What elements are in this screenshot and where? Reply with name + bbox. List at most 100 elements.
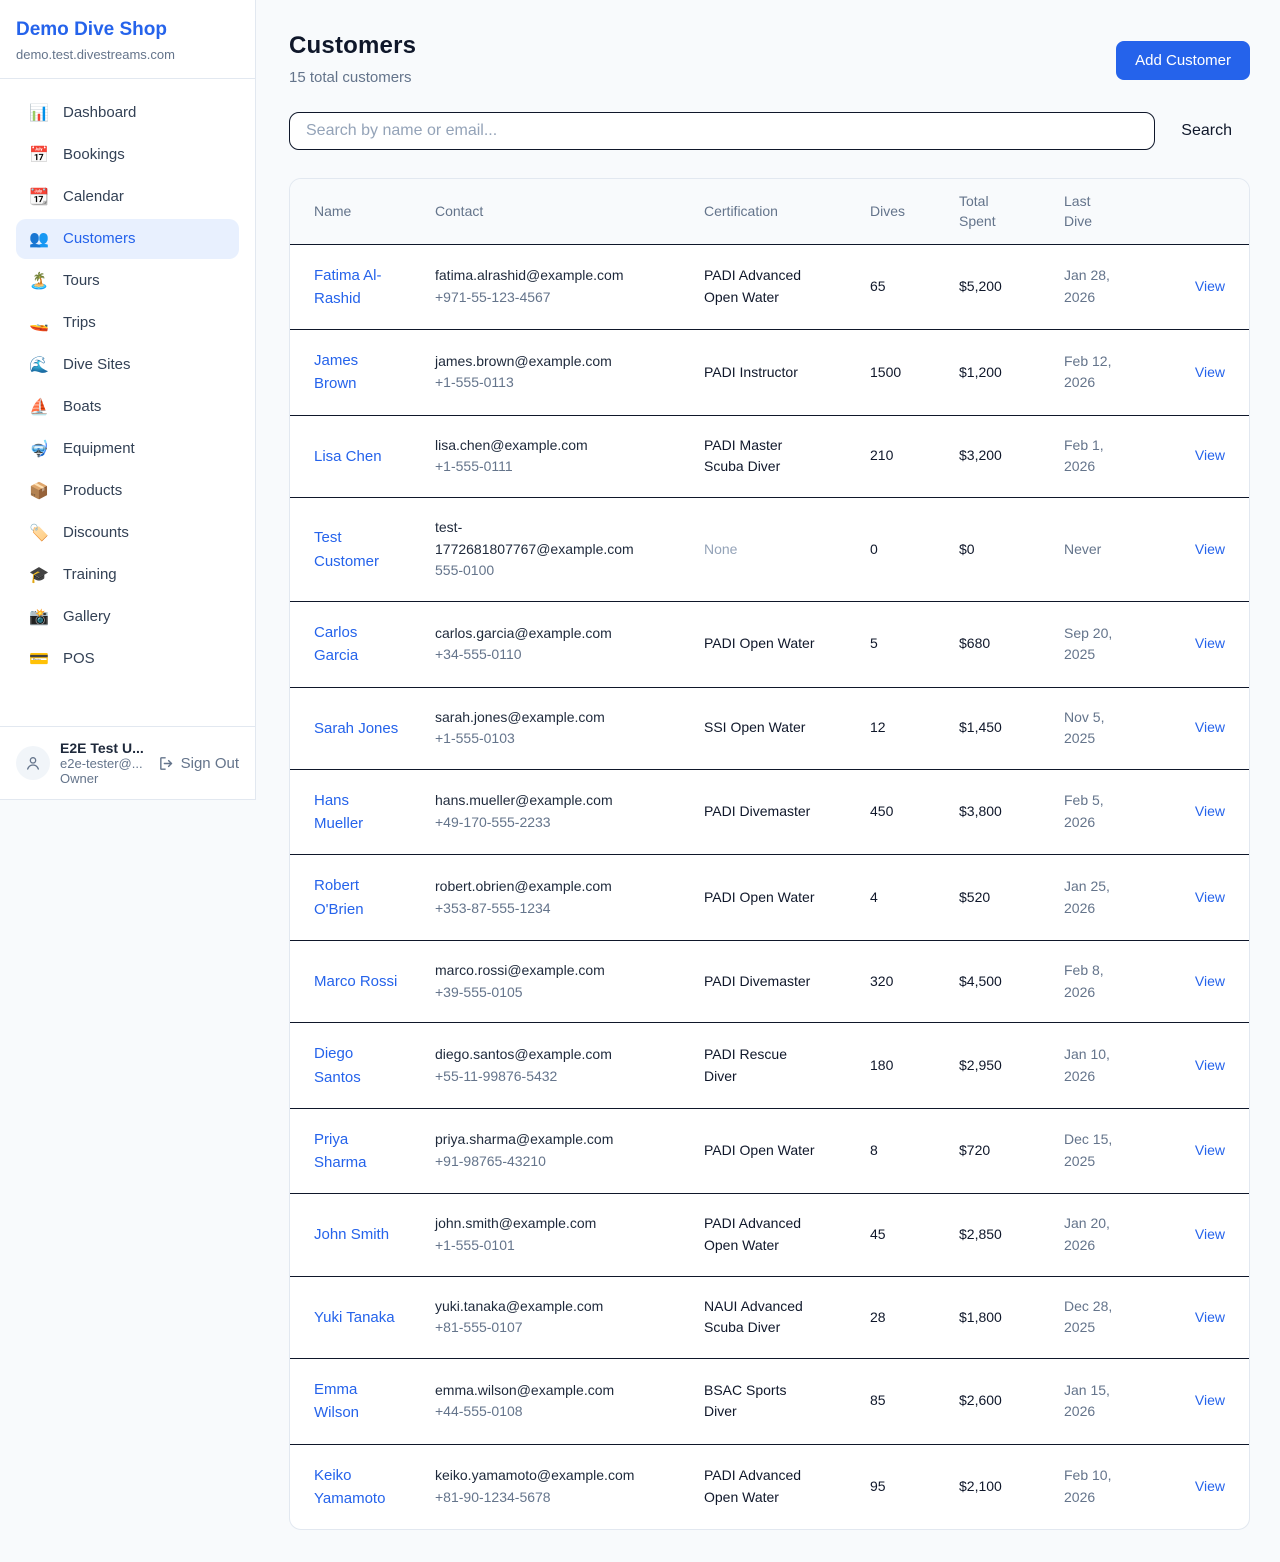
view-link[interactable]: View [1195,447,1225,463]
customer-last-dive: Jan 15, 2026 [1064,1380,1124,1423]
customer-name-link[interactable]: John Smith [314,1223,389,1246]
sidebar-nav: 📊 Dashboard 📅 Bookings 📆 Calendar 👥 Cust… [0,79,255,726]
customer-name-link[interactable]: Test Customer [314,526,400,573]
customer-phone: +91-98765-43210 [435,1151,696,1173]
customer-last-dive: Feb 5, 2026 [1064,790,1124,833]
view-link[interactable]: View [1195,541,1225,557]
customer-total-spent: $0 [959,497,1064,601]
sidebar-item-customers[interactable]: 👥 Customers [16,219,239,259]
sidebar-item-calendar[interactable]: 📆 Calendar [16,177,239,217]
customer-name-link[interactable]: Diego Santos [314,1042,400,1089]
page-title: Customers [289,32,416,60]
nav-label: Tours [63,272,100,289]
sidebar-item-tours[interactable]: 🏝️ Tours [16,261,239,301]
customer-name-link[interactable]: Priya Sharma [314,1128,400,1175]
sidebar-item-pos[interactable]: 💳 POS [16,639,239,679]
table-row: Marco Rossi marco.rossi@example.com +39-… [290,940,1249,1022]
customer-name-link[interactable]: Yuki Tanaka [314,1306,395,1329]
island-icon: 🏝️ [28,271,50,291]
col-header-contact: Contact [435,179,704,244]
view-link[interactable]: View [1195,803,1225,819]
view-link[interactable]: View [1195,1392,1225,1408]
sidebar-item-dive-sites[interactable]: 🌊 Dive Sites [16,345,239,385]
table-header-row: Name Contact Certification Dives Total S… [290,179,1249,244]
sidebar-item-equipment[interactable]: 🤿 Equipment [16,429,239,469]
customer-certification: PADI Open Water [704,633,814,655]
view-link[interactable]: View [1195,635,1225,651]
add-customer-button[interactable]: Add Customer [1116,41,1250,80]
sidebar-item-boats[interactable]: ⛵ Boats [16,387,239,427]
view-link[interactable]: View [1195,973,1225,989]
customer-dives: 4 [870,855,959,941]
customer-phone: 555-0100 [435,560,696,582]
customer-last-dive: Sep 20, 2025 [1064,623,1124,666]
customer-name-link[interactable]: Lisa Chen [314,445,382,468]
customer-email: robert.obrien@example.com [435,876,612,898]
table-row: Emma Wilson emma.wilson@example.com +44-… [290,1359,1249,1445]
customer-phone: +55-11-99876-5432 [435,1066,696,1088]
customer-dives: 65 [870,244,959,330]
view-link[interactable]: View [1195,1309,1225,1325]
customer-certification: PADI Instructor [704,362,798,384]
person-icon [25,755,41,771]
customer-dives: 95 [870,1444,959,1529]
view-link[interactable]: View [1195,719,1225,735]
customer-certification: PADI Open Water [704,1140,814,1162]
sidebar-item-bookings[interactable]: 📅 Bookings [16,135,239,175]
customer-email: james.brown@example.com [435,351,612,373]
customer-name-link[interactable]: Carlos Garcia [314,621,400,668]
customer-dives: 180 [870,1023,959,1109]
search-input[interactable] [289,112,1155,150]
search-button[interactable]: Search [1155,122,1250,140]
package-icon: 📦 [28,481,50,501]
customer-phone: +81-90-1234-5678 [435,1487,696,1509]
table-row: Carlos Garcia carlos.garcia@example.com … [290,602,1249,688]
customer-last-dive: Nov 5, 2025 [1064,707,1124,750]
customer-name-link[interactable]: Hans Mueller [314,789,400,836]
view-link[interactable]: View [1195,889,1225,905]
sidebar-item-gallery[interactable]: 📸 Gallery [16,597,239,637]
customer-last-dive: Dec 15, 2025 [1064,1129,1124,1172]
customer-certification: PADI Divemaster [704,971,810,993]
table-row: James Brown james.brown@example.com +1-5… [290,330,1249,416]
sidebar-item-training[interactable]: 🎓 Training [16,555,239,595]
tag-icon: 🏷️ [28,523,50,543]
main-content: Customers 15 total customers Add Custome… [257,0,1280,1562]
sign-out-button[interactable]: Sign Out [158,755,239,772]
credit-card-icon: 💳 [28,649,50,669]
customer-total-spent: $3,200 [959,415,1064,497]
customer-total-spent: $1,200 [959,330,1064,416]
customer-total-spent: $3,800 [959,769,1064,855]
customer-name-link[interactable]: Keiko Yamamoto [314,1464,400,1511]
sidebar-item-dashboard[interactable]: 📊 Dashboard [16,93,239,133]
customer-last-dive: Jan 28, 2026 [1064,265,1124,308]
sidebar-item-products[interactable]: 📦 Products [16,471,239,511]
customer-certification: PADI Rescue Diver [704,1044,822,1087]
view-link[interactable]: View [1195,364,1225,380]
customer-name-link[interactable]: James Brown [314,349,400,396]
customer-phone: +353-87-555-1234 [435,898,696,920]
view-link[interactable]: View [1195,1057,1225,1073]
customer-name-link[interactable]: Emma Wilson [314,1378,400,1425]
sidebar-item-trips[interactable]: 🚤 Trips [16,303,239,343]
view-link[interactable]: View [1195,1478,1225,1494]
nav-label: Equipment [63,440,135,457]
graduation-cap-icon: 🎓 [28,565,50,585]
brand-name: Demo Dive Shop [16,19,239,42]
customer-count: 15 total customers [289,69,416,86]
view-link[interactable]: View [1195,1226,1225,1242]
customers-table-card: Name Contact Certification Dives Total S… [289,178,1250,1530]
customer-name-link[interactable]: Fatima Al-Rashid [314,264,400,311]
view-link[interactable]: View [1195,1142,1225,1158]
view-link[interactable]: View [1195,278,1225,294]
customer-email: fatima.alrashid@example.com [435,265,624,287]
customer-email: diego.santos@example.com [435,1044,612,1066]
customer-name-link[interactable]: Sarah Jones [314,717,398,740]
customer-dives: 85 [870,1359,959,1445]
camera-icon: 📸 [28,607,50,627]
customer-name-link[interactable]: Marco Rossi [314,970,397,993]
wave-icon: 🌊 [28,355,50,375]
customer-name-link[interactable]: Robert O'Brien [314,874,400,921]
table-row: Fatima Al-Rashid fatima.alrashid@example… [290,244,1249,330]
sidebar-item-discounts[interactable]: 🏷️ Discounts [16,513,239,553]
